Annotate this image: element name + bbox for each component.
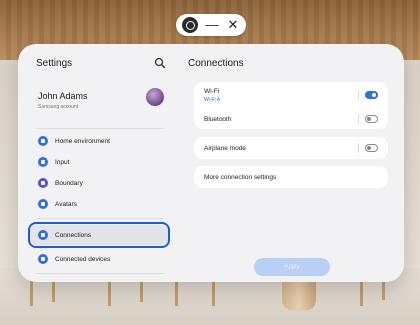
airplane-mode-row[interactable]: Airplane mode [204,141,378,155]
wifi-network-name: Wi-Fi A [204,96,221,103]
airplane-mode-toggle[interactable] [365,144,378,152]
connections-panel: Connections Wi-Fi Wi-Fi A Bluetooth Airp… [180,44,404,282]
settings-title: Settings [36,58,73,69]
avatar [146,88,164,106]
furniture-leg [360,280,363,306]
airplane-mode-label: Airplane mode [204,144,246,152]
furniture-leg [175,280,178,306]
apply-button[interactable]: Apply [254,258,330,276]
bluetooth-toggle[interactable] [365,115,378,123]
settings-app-icon[interactable] [182,17,198,33]
sidebar-item-connected-devices[interactable]: Connected devices [28,249,170,269]
settings-sidebar: Settings John Adams Samsung account Home… [18,44,180,282]
devices-icon [38,254,48,264]
boundary-icon [38,178,48,188]
profile-card[interactable]: John Adams Samsung account [28,82,172,116]
more-settings-card[interactable]: More connection settings [194,166,388,188]
sidebar-item-input[interactable]: Input [28,152,170,172]
minimize-button[interactable]: — [205,18,219,32]
furniture-leg [140,282,143,302]
wireless-card: Wi-Fi Wi-Fi A Bluetooth [194,82,388,129]
search-icon[interactable] [154,57,166,69]
wifi-toggle[interactable] [365,91,378,99]
sidebar-item-home-environment[interactable]: Home environment [28,131,170,151]
furniture-leg [212,278,215,306]
divider [36,273,164,274]
more-connection-settings-row[interactable]: More connection settings [204,170,378,184]
bluetooth-label: Bluetooth [204,115,232,123]
divider [36,128,164,129]
bluetooth-row[interactable]: Bluetooth [204,112,378,126]
page-title: Connections [188,58,244,69]
profile-account: Samsung account [38,104,79,110]
window-title-bar: — ✕ [176,14,246,36]
close-button[interactable]: ✕ [226,18,240,32]
sidebar-item-boundary[interactable]: Boundary [28,173,170,193]
home-icon [38,136,48,146]
profile-name: John Adams [38,91,88,101]
divider [36,218,164,219]
airplane-card: Airplane mode [194,137,388,159]
furniture-leg [108,280,111,306]
settings-window: Settings John Adams Samsung account Home… [18,44,404,282]
avatar-icon [38,199,48,209]
keyboard-icon [38,157,48,167]
selection-highlight [28,222,170,248]
more-connection-settings-label: More connection settings [204,173,277,181]
sidebar-item-avatars[interactable]: Avatars [28,194,170,214]
wifi-label: Wi-Fi [204,87,220,95]
furniture-leg [30,278,33,306]
wifi-row[interactable]: Wi-Fi Wi-Fi A [204,87,378,103]
